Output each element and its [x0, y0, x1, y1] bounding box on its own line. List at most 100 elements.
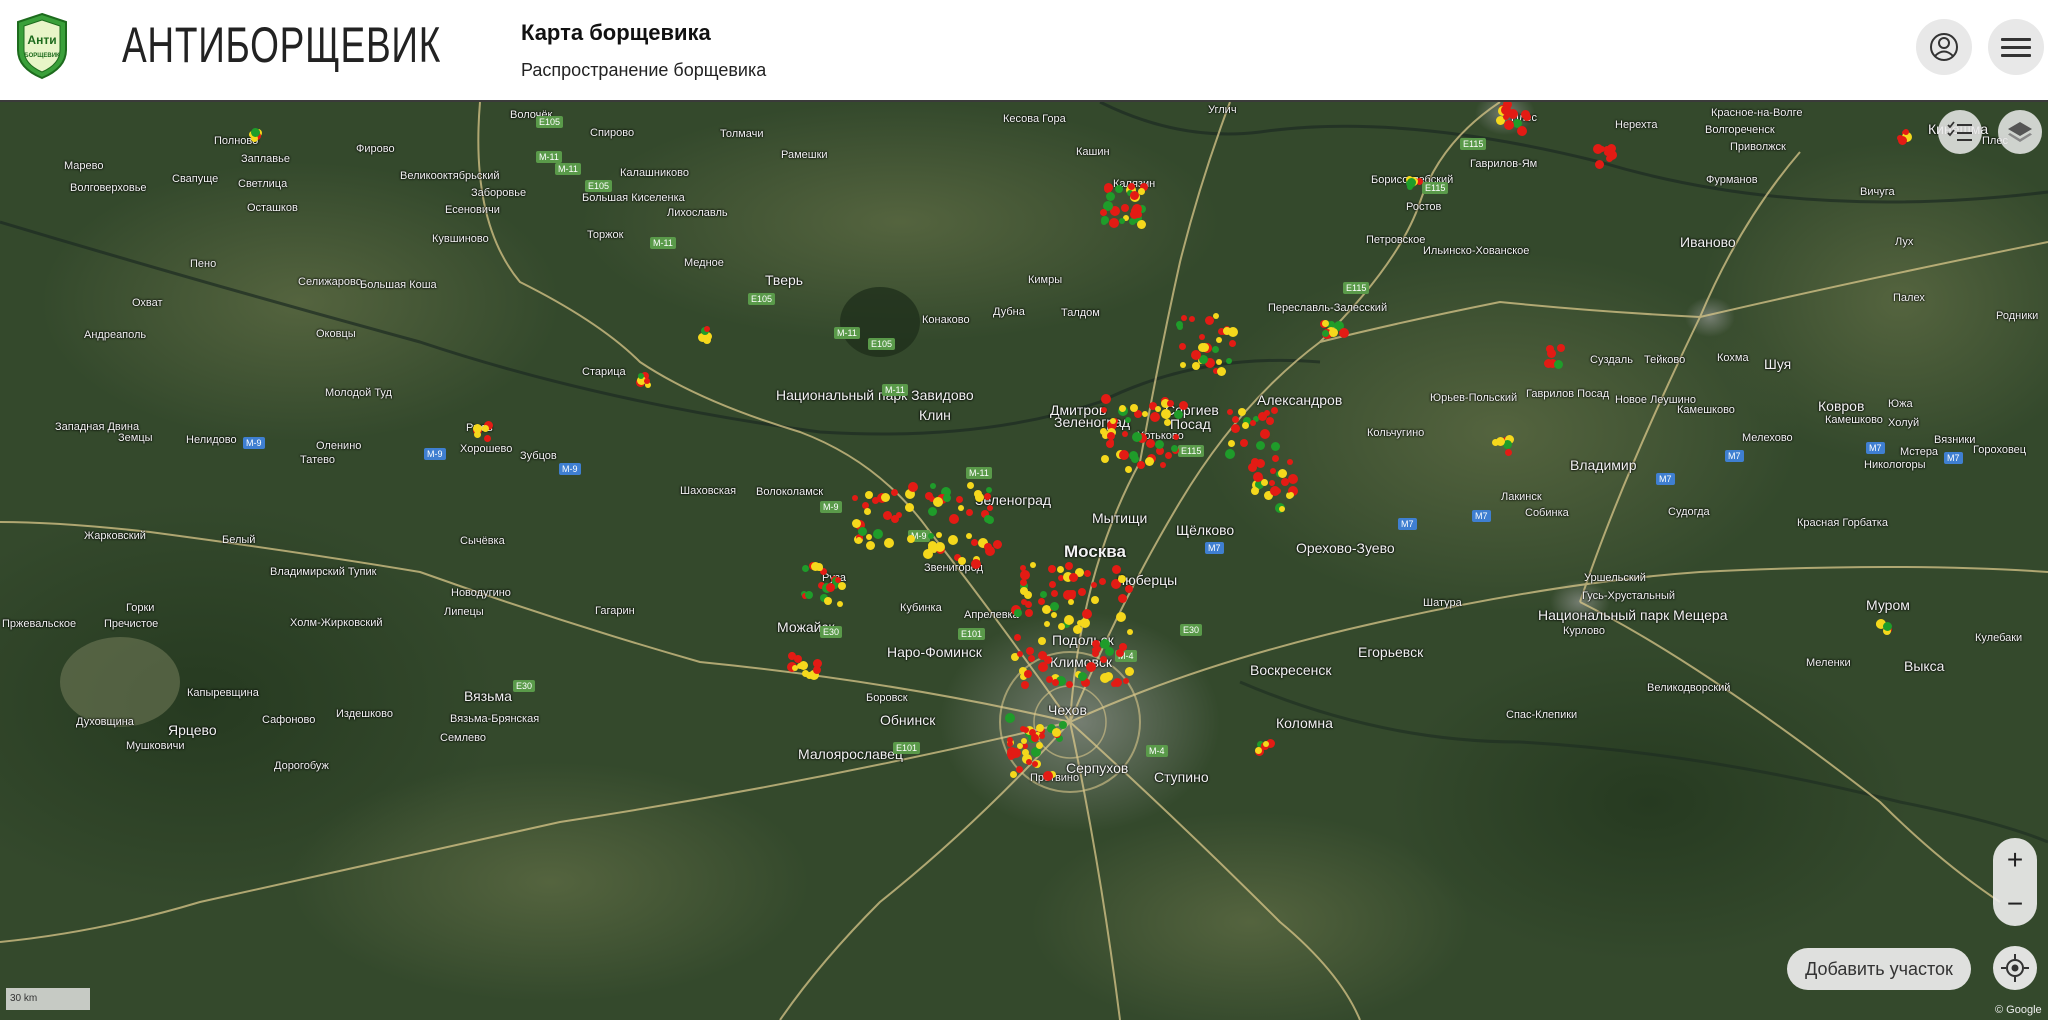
hogweed-marker[interactable] — [1038, 651, 1047, 660]
hogweed-marker[interactable] — [1100, 673, 1110, 683]
hogweed-marker[interactable] — [1040, 591, 1047, 598]
hogweed-marker[interactable] — [1025, 601, 1032, 608]
hogweed-marker[interactable] — [1084, 570, 1091, 577]
hogweed-marker[interactable] — [1227, 409, 1233, 415]
hogweed-marker[interactable] — [1250, 420, 1256, 426]
hogweed-marker[interactable] — [866, 541, 875, 550]
hogweed-marker[interactable] — [930, 483, 936, 489]
hogweed-marker[interactable] — [1228, 440, 1235, 447]
hogweed-marker[interactable] — [1240, 439, 1248, 447]
hogweed-marker[interactable] — [1099, 578, 1106, 585]
hogweed-marker[interactable] — [1128, 183, 1135, 190]
hogweed-marker[interactable] — [1155, 406, 1161, 412]
hogweed-marker[interactable] — [1504, 120, 1514, 130]
hogweed-marker[interactable] — [1253, 472, 1263, 482]
hogweed-marker[interactable] — [1554, 360, 1563, 369]
hogweed-marker[interactable] — [1046, 676, 1053, 683]
hogweed-marker[interactable] — [1123, 678, 1129, 684]
hogweed-marker[interactable] — [958, 557, 966, 565]
hogweed-marker[interactable] — [866, 534, 872, 540]
hogweed-marker[interactable] — [1043, 771, 1053, 781]
hogweed-marker[interactable] — [1038, 662, 1048, 672]
hogweed-marker[interactable] — [923, 549, 933, 559]
hogweed-marker[interactable] — [1179, 343, 1186, 350]
hogweed-marker[interactable] — [1052, 728, 1061, 737]
hogweed-marker[interactable] — [1242, 422, 1249, 429]
locate-button[interactable] — [1993, 946, 2037, 990]
hogweed-marker[interactable] — [1008, 754, 1014, 760]
hogweed-marker[interactable] — [1014, 609, 1022, 617]
hogweed-marker[interactable] — [251, 128, 260, 137]
add-plot-button[interactable]: Добавить участок — [1787, 948, 1971, 990]
hogweed-marker[interactable] — [1517, 126, 1527, 136]
menu-button[interactable] — [1988, 19, 2044, 75]
hogweed-marker[interactable] — [971, 559, 981, 569]
hogweed-marker[interactable] — [792, 665, 798, 671]
hogweed-marker[interactable] — [1118, 594, 1127, 603]
hogweed-marker[interactable] — [1110, 418, 1116, 424]
hogweed-marker[interactable] — [703, 336, 711, 344]
hogweed-marker[interactable] — [1199, 334, 1205, 340]
hogweed-marker[interactable] — [1200, 343, 1209, 352]
hogweed-marker[interactable] — [1288, 492, 1294, 498]
hogweed-marker[interactable] — [948, 535, 958, 545]
hogweed-marker[interactable] — [956, 496, 963, 503]
hogweed-marker[interactable] — [1115, 185, 1123, 193]
hogweed-marker[interactable] — [1101, 394, 1111, 404]
hogweed-marker[interactable] — [984, 493, 991, 500]
hogweed-marker[interactable] — [1225, 449, 1235, 459]
hogweed-marker[interactable] — [826, 583, 835, 592]
hogweed-marker[interactable] — [1270, 486, 1280, 496]
hogweed-marker[interactable] — [1032, 761, 1038, 767]
hogweed-marker[interactable] — [1288, 474, 1298, 484]
hogweed-marker[interactable] — [1036, 724, 1044, 732]
hogweed-marker[interactable] — [1189, 316, 1195, 322]
hogweed-marker[interactable] — [1125, 417, 1131, 423]
hogweed-marker[interactable] — [802, 565, 809, 572]
hogweed-marker[interactable] — [1505, 449, 1512, 456]
hogweed-marker[interactable] — [1116, 612, 1126, 622]
hogweed-marker[interactable] — [1017, 651, 1023, 657]
hogweed-marker[interactable] — [958, 505, 964, 511]
hogweed-marker[interactable] — [1255, 747, 1262, 754]
hogweed-marker[interactable] — [1167, 400, 1174, 407]
hogweed-marker[interactable] — [1101, 216, 1109, 224]
hogweed-marker[interactable] — [1091, 582, 1097, 588]
hogweed-marker[interactable] — [799, 661, 808, 670]
hogweed-marker[interactable] — [1226, 358, 1232, 364]
hogweed-marker[interactable] — [1020, 579, 1027, 586]
hogweed-marker[interactable] — [1161, 409, 1171, 419]
hogweed-marker[interactable] — [1121, 204, 1129, 212]
hogweed-marker[interactable] — [1547, 349, 1556, 358]
hogweed-marker[interactable] — [704, 326, 710, 332]
hogweed-marker[interactable] — [1101, 407, 1107, 413]
hogweed-marker[interactable] — [1119, 405, 1126, 412]
hogweed-marker[interactable] — [1181, 315, 1187, 321]
hogweed-marker[interactable] — [482, 425, 489, 432]
hogweed-marker[interactable] — [1130, 404, 1138, 412]
hogweed-marker[interactable] — [1030, 562, 1036, 568]
hogweed-marker[interactable] — [1212, 346, 1219, 353]
hogweed-marker[interactable] — [1092, 647, 1098, 653]
hogweed-marker[interactable] — [1057, 566, 1064, 573]
hogweed-marker[interactable] — [1329, 328, 1338, 337]
hogweed-marker[interactable] — [1164, 419, 1171, 426]
hogweed-marker[interactable] — [1266, 417, 1274, 425]
hogweed-marker[interactable] — [1180, 362, 1186, 368]
hogweed-marker[interactable] — [484, 435, 491, 442]
hogweed-marker[interactable] — [1038, 598, 1045, 605]
hogweed-marker[interactable] — [1049, 581, 1056, 588]
hogweed-marker[interactable] — [905, 503, 914, 512]
hogweed-marker[interactable] — [1106, 440, 1114, 448]
hogweed-marker[interactable] — [1059, 721, 1067, 729]
hogweed-marker[interactable] — [1217, 367, 1226, 376]
hogweed-marker[interactable] — [1177, 324, 1183, 330]
zoom-out-button[interactable]: − — [1993, 882, 2037, 926]
hogweed-marker[interactable] — [1883, 622, 1892, 631]
hogweed-marker[interactable] — [1051, 612, 1057, 618]
hogweed-marker[interactable] — [1138, 188, 1145, 195]
hogweed-marker[interactable] — [986, 516, 994, 524]
hogweed-marker[interactable] — [1131, 208, 1138, 215]
hogweed-marker[interactable] — [1039, 733, 1045, 739]
hogweed-marker[interactable] — [1544, 359, 1553, 368]
